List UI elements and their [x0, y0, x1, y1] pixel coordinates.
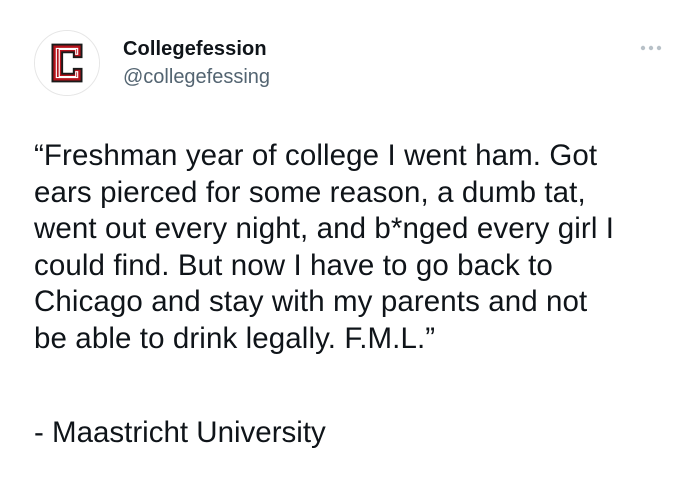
- tweet-text-line: Chicago and stay with my parents and not: [34, 285, 588, 318]
- display-name[interactable]: Collegefession: [123, 38, 267, 61]
- tweet-text-line: “Freshman year of college I went ham. Go…: [34, 139, 598, 172]
- avatar[interactable]: [34, 30, 100, 96]
- tweet-text: “Freshman year of college I went ham. Go…: [34, 138, 674, 357]
- college-c-logo-icon: [35, 31, 99, 95]
- tweet-text-line: be able to drink legally. F.M.L.”: [34, 321, 436, 355]
- tweet-text-line: went out every night, and b*nged every g…: [34, 212, 615, 245]
- tweet-card: Collegefession @collegefessing “Freshman…: [0, 0, 700, 481]
- tweet-attribution: - Maastricht University: [34, 416, 326, 449]
- more-horizontal-icon: [640, 45, 662, 51]
- tweet-text-line: ears pierced for some reason, a dumb tat…: [34, 175, 586, 209]
- user-handle[interactable]: @collegefessing: [123, 66, 270, 89]
- more-options-button[interactable]: [636, 36, 666, 60]
- tweet-text-line: could find. But now I have to go back to: [34, 248, 553, 282]
